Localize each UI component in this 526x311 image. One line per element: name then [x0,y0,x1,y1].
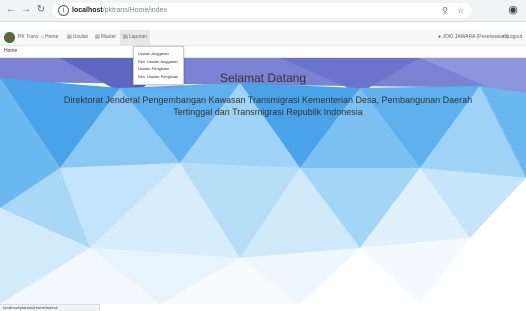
nav-item-laporan[interactable]: ▤Laporan [120,30,151,45]
welcome-subtitle: Direktorat Jenderal Pengembangan Kawasan… [63,95,473,117]
logout-label: Logout [506,34,523,40]
welcome-hero: Selamat Datang Direktorat Jenderal Penge… [0,58,526,304]
home-icon: ⌂ [41,34,45,40]
logout-link[interactable]: ⏻Logout [503,30,522,45]
nav-item-label: Usulan [72,34,89,40]
laporan-dropdown-menu: Usulan Anggaran Rev. Usulan Anggaran Usu… [133,46,184,85]
logo-icon [4,32,15,43]
address-url: localhost/pktrans/Home/index [72,5,167,16]
info-icon[interactable]: i [58,5,69,16]
star-icon[interactable]: ☆ [457,5,464,16]
user-name: JOKI JAWARA (Peserwanam) [442,34,510,40]
nav-item-home[interactable]: ⌂Home [41,30,58,45]
menu-item-usulan-pengisian[interactable]: Usulan Pengisian [134,65,183,73]
list-icon: ▤ [95,34,100,40]
user-icon: ● [438,34,442,40]
url-path: /pktrans/Home/index [102,7,167,14]
address-bar[interactable]: i localhost/pktrans/Home/index ⚲ ☆ [52,3,472,18]
list-icon: ▤ [123,34,128,40]
url-host: localhost [72,7,103,14]
user-menu[interactable]: ● JOKI JAWARA (Peserwanam) [438,30,509,45]
status-bar: localhost/pktrans/Home/index# [0,304,100,311]
menu-item-rev-usulan-anggaran[interactable]: Rev. Usulan Anggaran [134,58,183,66]
back-arrow-icon[interactable]: ← [5,4,17,16]
breadcrumb-home[interactable]: Home [4,47,17,56]
navbar-brand[interactable]: PK Trans [18,30,39,45]
list-icon: ▤ [67,34,72,40]
browser-toolbar: ← → ↻ i localhost/pktrans/Home/index ⚲ ☆… [0,0,526,22]
reload-icon[interactable]: ↻ [35,4,47,16]
menu-item-usulan-anggaran[interactable]: Usulan Anggaran [134,50,183,58]
profile-icon[interactable]: ◉ [507,4,519,16]
breadcrumb: Home [0,46,526,58]
menu-item-rev-usulan-pengisian[interactable]: Rev. Usulan Pengisian [134,73,183,81]
nav-item-label: Master [100,34,117,40]
status-url: localhost/pktrans/Home/index# [3,305,58,310]
zoom-icon[interactable]: ⚲ [442,5,448,16]
forward-arrow-icon[interactable]: → [20,4,32,16]
nav-item-master[interactable]: ▤Master [95,30,116,45]
nav-item-label: Laporan [128,34,148,40]
welcome-title: Selamat Datang [219,71,307,85]
app-navbar: PK Trans ⌂Home ▤Usulan ▤Master ▤Laporan … [0,30,526,46]
nav-item-label: Home [45,34,59,40]
nav-item-usulan[interactable]: ▤Usulan [67,30,88,45]
